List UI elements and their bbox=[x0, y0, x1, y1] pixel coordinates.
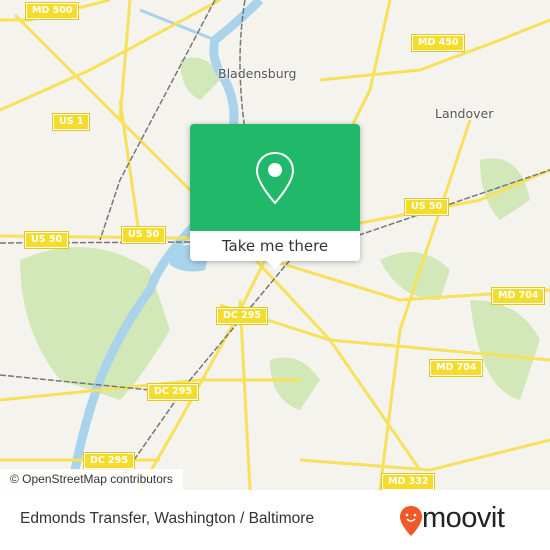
road-label: MD 450 bbox=[410, 34, 466, 52]
road-label: US 50 bbox=[23, 231, 70, 249]
place-label: Bladensburg bbox=[218, 66, 297, 81]
take-me-there-button[interactable]: Take me there bbox=[190, 231, 360, 261]
location-popup: Take me there bbox=[190, 124, 360, 269]
road-label: MD 500 bbox=[24, 2, 80, 20]
road-label: DC 295 bbox=[83, 452, 135, 470]
road-label: MD 332 bbox=[380, 473, 436, 490]
map-pin-icon bbox=[255, 151, 295, 205]
map-attribution[interactable]: © OpenStreetMap contributors bbox=[0, 469, 183, 490]
road-label: DC 295 bbox=[147, 383, 199, 401]
stop-title: Edmonds Transfer, Washington / Baltimore bbox=[20, 510, 315, 527]
popup-pointer bbox=[267, 261, 283, 269]
road-label: DC 295 bbox=[216, 307, 268, 325]
road-label: MD 704 bbox=[428, 359, 484, 377]
map[interactable]: MD 500 MD 450 US 1 US 50 US 50 US 50 DC … bbox=[0, 0, 550, 490]
footer: Edmonds Transfer, Washington / Baltimore… bbox=[0, 490, 550, 550]
road-label: MD 704 bbox=[490, 287, 546, 305]
road-label: US 1 bbox=[51, 113, 91, 131]
moovit-wordmark: moovit bbox=[422, 502, 505, 534]
road-label: US 50 bbox=[120, 226, 167, 244]
place-label: Landover bbox=[435, 106, 494, 121]
road-label: US 50 bbox=[403, 198, 450, 216]
moovit-pin-icon bbox=[400, 506, 422, 536]
